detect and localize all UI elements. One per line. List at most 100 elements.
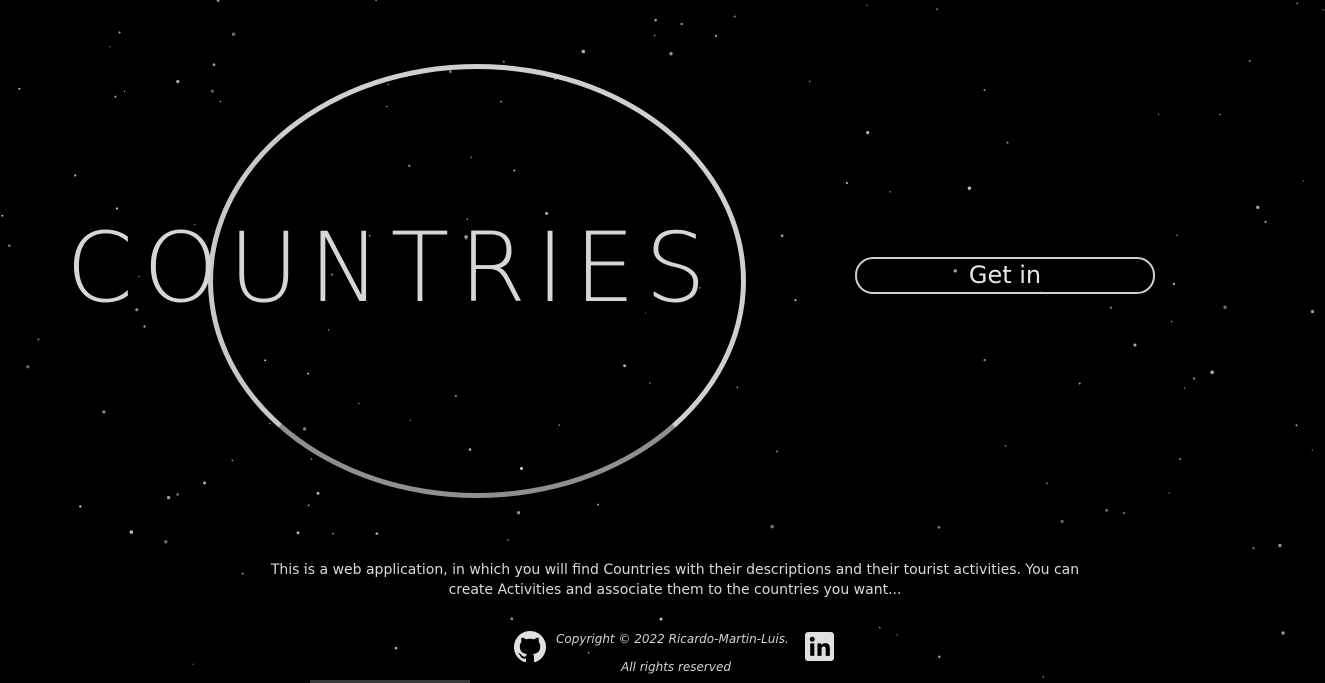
star <box>74 174 77 177</box>
star <box>1176 234 1178 237</box>
star <box>1170 320 1173 323</box>
star <box>269 422 271 425</box>
github-icon <box>514 631 546 663</box>
star <box>212 63 216 67</box>
star <box>176 79 180 84</box>
star <box>983 358 986 362</box>
star <box>8 244 11 247</box>
star <box>780 234 784 238</box>
star <box>1322 9 1324 11</box>
star <box>1046 482 1048 485</box>
star <box>714 34 718 38</box>
star <box>936 8 938 11</box>
star <box>1296 2 1298 5</box>
star <box>129 530 134 534</box>
rights-text: All rights reserved <box>621 660 731 674</box>
star <box>1311 449 1314 451</box>
star <box>1248 59 1251 63</box>
star <box>983 89 986 91</box>
star <box>1219 113 1221 116</box>
star <box>680 22 683 26</box>
star <box>733 15 736 18</box>
star <box>1295 424 1298 427</box>
star <box>507 539 509 541</box>
star <box>374 0 378 2</box>
star <box>1252 547 1255 550</box>
star <box>1122 511 1126 515</box>
star <box>1109 306 1113 309</box>
star <box>1004 445 1007 447</box>
star <box>1264 220 1267 224</box>
star <box>123 90 126 92</box>
star <box>889 191 891 193</box>
star <box>1060 519 1064 523</box>
star <box>307 504 310 507</box>
star <box>581 49 586 54</box>
star <box>502 60 505 64</box>
star <box>1184 387 1186 389</box>
get-in-button[interactable]: Get in <box>855 257 1155 294</box>
star <box>219 100 222 103</box>
star <box>37 338 40 341</box>
star <box>108 45 111 48</box>
star <box>517 511 521 515</box>
star <box>510 617 514 621</box>
star <box>115 207 119 210</box>
star <box>231 459 234 462</box>
star <box>102 410 106 414</box>
star <box>143 325 146 328</box>
star <box>203 481 207 485</box>
star <box>794 299 797 302</box>
star <box>164 540 168 544</box>
star <box>967 186 972 190</box>
star <box>1278 543 1282 548</box>
star <box>1105 508 1109 512</box>
star <box>1210 370 1214 375</box>
star <box>79 505 82 508</box>
star <box>1179 457 1182 461</box>
page-title: COUNTRIES <box>66 212 716 324</box>
star <box>1172 282 1176 286</box>
star <box>1006 141 1009 144</box>
star <box>669 52 673 56</box>
star <box>241 572 244 575</box>
star <box>296 531 300 535</box>
star <box>866 131 870 135</box>
star <box>659 617 663 621</box>
star <box>1133 343 1137 347</box>
star <box>770 524 774 529</box>
star <box>310 458 313 460</box>
star <box>1 214 4 217</box>
star <box>118 31 121 34</box>
star <box>18 87 21 90</box>
star <box>1157 113 1160 115</box>
star <box>114 95 117 98</box>
star <box>808 80 811 83</box>
copyright-text: Copyright © 2022 Ricardo-Martin-Luis. <box>556 632 789 646</box>
star <box>653 34 656 37</box>
star <box>775 450 779 453</box>
star <box>1168 492 1170 494</box>
linkedin-link[interactable] <box>805 632 834 661</box>
star <box>1223 305 1227 309</box>
footer: Copyright © 2022 Ricardo-Martin-Luis. Al… <box>0 628 1325 683</box>
star <box>166 495 171 500</box>
star <box>176 493 179 496</box>
star <box>1256 205 1260 210</box>
star <box>654 18 657 22</box>
star <box>736 386 739 389</box>
star <box>597 503 600 506</box>
app-description: This is a web application, in which you … <box>270 562 1080 598</box>
star <box>845 181 848 185</box>
star <box>1310 309 1315 314</box>
star <box>1078 382 1081 385</box>
star <box>1302 180 1305 182</box>
github-link[interactable] <box>514 631 546 663</box>
star <box>866 4 868 6</box>
star <box>332 532 334 535</box>
star <box>216 0 220 2</box>
star <box>937 525 941 529</box>
star <box>375 532 379 535</box>
star <box>316 492 320 495</box>
star <box>1192 377 1196 380</box>
